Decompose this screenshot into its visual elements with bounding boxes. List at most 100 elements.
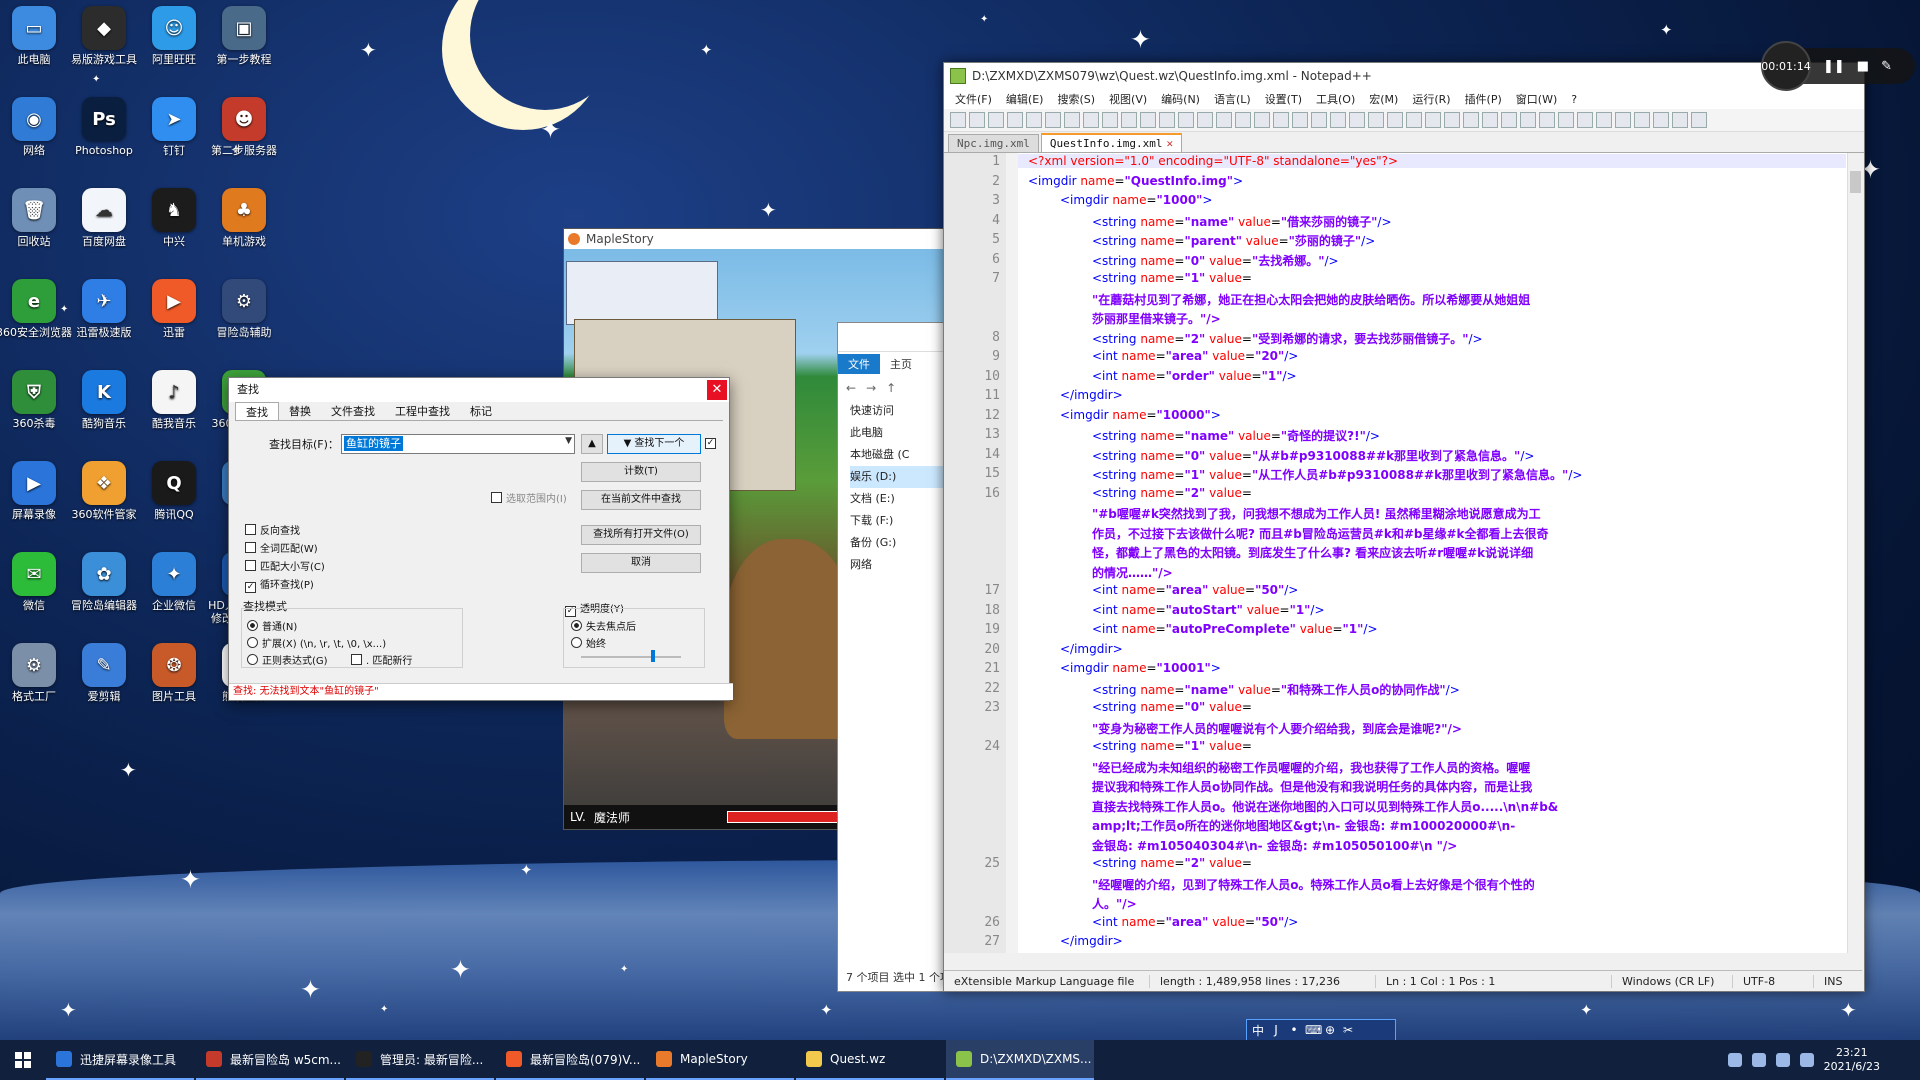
- toolbar-button-icon[interactable]: [969, 112, 985, 128]
- toolbar-button-icon[interactable]: [1273, 112, 1289, 128]
- ime-button[interactable]: 中: [1251, 1022, 1265, 1039]
- desktop-icon[interactable]: ♪ 酷我音乐: [134, 370, 214, 430]
- tree-item-quick-access[interactable]: 快速访问: [850, 400, 946, 422]
- menu-item[interactable]: 编辑(E): [999, 91, 1051, 107]
- toolbar-button-icon[interactable]: [1311, 112, 1327, 128]
- file-explorer-window[interactable]: 文件 主页 ← → ↑ 快速访问 此电脑 本地磁盘 (C 娱乐 (D:) 文档 …: [837, 322, 947, 992]
- toolbar-button-icon[interactable]: [1254, 112, 1270, 128]
- tree-item-network[interactable]: 网络: [850, 554, 946, 576]
- desktop-icon[interactable]: ▶ 屏幕录像: [0, 461, 74, 521]
- menu-item[interactable]: 搜索(S): [1050, 91, 1102, 107]
- desktop-icon[interactable]: ☁ 百度网盘: [64, 188, 144, 248]
- toolbar-button-icon[interactable]: [1159, 112, 1175, 128]
- close-tab-icon[interactable]: ✕: [1166, 137, 1173, 150]
- tab-home[interactable]: 主页: [880, 354, 922, 374]
- menu-item[interactable]: 插件(P): [1458, 91, 1509, 107]
- ime-button[interactable]: ⊕: [1323, 1023, 1337, 1037]
- desktop-icon[interactable]: Ps Photoshop: [64, 97, 144, 157]
- toolbar-button-icon[interactable]: [1444, 112, 1460, 128]
- menu-item[interactable]: ?: [1564, 93, 1584, 106]
- tab-find-in-files[interactable]: 文件查找: [321, 402, 385, 420]
- toolbar-button-icon[interactable]: [1577, 112, 1593, 128]
- toolbar-button-icon[interactable]: [1634, 112, 1650, 128]
- desktop-icon[interactable]: ❖ 360软件管家: [64, 461, 144, 521]
- tray-ime-icon[interactable]: [1799, 1053, 1814, 1067]
- taskbar-item[interactable]: D:\ZXMXD\ZXMS...: [946, 1040, 1094, 1080]
- menu-item[interactable]: 运行(R): [1405, 91, 1457, 107]
- code-editor[interactable]: 1 <?xml version="1.0" encoding="UTF-8" st…: [944, 153, 1862, 953]
- desktop-icon[interactable]: ✉ 微信: [0, 552, 74, 612]
- quest-helper-panel[interactable]: [566, 261, 718, 325]
- tree-item-f-drive[interactable]: 下载 (F:): [850, 510, 946, 532]
- toolbar-button-icon[interactable]: [1463, 112, 1479, 128]
- toolbar-button-icon[interactable]: [1539, 112, 1555, 128]
- desktop-icon[interactable]: ☺ 阿里旺旺: [134, 6, 214, 66]
- vertical-scrollbar[interactable]: [1847, 153, 1864, 953]
- taskbar-item[interactable]: 迅捷屏幕录像工具: [46, 1040, 194, 1080]
- toolbar-button-icon[interactable]: [988, 112, 1004, 128]
- tab-file[interactable]: 文件: [838, 354, 880, 374]
- menu-item[interactable]: 编码(N): [1154, 91, 1207, 107]
- toolbar-button-icon[interactable]: [1615, 112, 1631, 128]
- ime-button[interactable]: •: [1287, 1023, 1301, 1037]
- desktop-icon[interactable]: ❂ 图片工具: [134, 643, 214, 703]
- cancel-button[interactable]: 取消: [581, 553, 701, 573]
- desktop-icon[interactable]: ♞ 中兴: [134, 188, 214, 248]
- toolbar-button-icon[interactable]: [1064, 112, 1080, 128]
- toolbar-button-icon[interactable]: [1083, 112, 1099, 128]
- transparency-slider[interactable]: [581, 650, 681, 662]
- pen-icon[interactable]: ✎: [1881, 59, 1892, 74]
- tree-item-d-drive[interactable]: 娱乐 (D:): [850, 466, 946, 488]
- toolbar-button-icon[interactable]: [950, 112, 966, 128]
- toolbar-button-icon[interactable]: [1007, 112, 1023, 128]
- tree-item-this-pc[interactable]: 此电脑: [850, 422, 946, 444]
- ime-button[interactable]: ✂: [1341, 1023, 1355, 1037]
- forward-arrow-icon[interactable]: →: [866, 381, 876, 395]
- recorder-bar[interactable]: 00:01:14 ❚❚ ■ ✎: [1761, 41, 1915, 91]
- toolbar-button-icon[interactable]: [1520, 112, 1536, 128]
- find-next-button[interactable]: ▼ 查找下一个: [607, 434, 701, 454]
- chevron-down-icon[interactable]: ▼: [565, 436, 572, 446]
- toolbar-button-icon[interactable]: [1558, 112, 1574, 128]
- toolbar-button-icon[interactable]: [1026, 112, 1042, 128]
- toolbar-button-icon[interactable]: [1102, 112, 1118, 128]
- file-tab[interactable]: Npc.img.xml: [948, 134, 1039, 152]
- match-case-checkbox[interactable]: 匹配大小写(C): [245, 558, 325, 573]
- menu-item[interactable]: 工具(O): [1309, 91, 1362, 107]
- toolbar-button-icon[interactable]: [1406, 112, 1422, 128]
- taskbar-item[interactable]: 管理员: 最新冒险...: [346, 1040, 494, 1080]
- toolbar-button-icon[interactable]: [1235, 112, 1251, 128]
- dot-newline-checkbox[interactable]: . 匹配新行: [351, 652, 412, 667]
- slider-knob[interactable]: [651, 650, 655, 662]
- menu-item[interactable]: 文件(F): [948, 91, 999, 107]
- tree-item-g-drive[interactable]: 备份 (G:): [850, 532, 946, 554]
- close-icon[interactable]: ✕: [707, 380, 727, 400]
- desktop-icon[interactable]: ➤ 钉钉: [134, 97, 214, 157]
- menu-item[interactable]: 设置(T): [1258, 91, 1309, 107]
- toolbar-button-icon[interactable]: [1672, 112, 1688, 128]
- status-eol[interactable]: Windows (CR LF): [1612, 974, 1733, 988]
- tray-app-icon[interactable]: [1727, 1053, 1742, 1067]
- direction-checkbox[interactable]: [705, 436, 720, 449]
- trans-on-focus-lost-radio[interactable]: 失去焦点后: [571, 618, 636, 633]
- ime-toolbar[interactable]: 中 J • ⌨ ⊕ ✂: [1246, 1019, 1396, 1041]
- mode-extended-radio[interactable]: 扩展(X) (\n, \r, \t, \0, \x...): [247, 635, 386, 650]
- start-button[interactable]: [0, 1040, 46, 1080]
- trans-always-radio[interactable]: 始终: [571, 635, 606, 650]
- toolbar-button-icon[interactable]: [1216, 112, 1232, 128]
- tab-find[interactable]: 查找: [235, 402, 279, 420]
- ime-button[interactable]: ⌨: [1305, 1023, 1322, 1037]
- menu-item[interactable]: 宏(M): [1362, 91, 1405, 107]
- menu-item[interactable]: 窗口(W): [1509, 91, 1564, 107]
- maplestory-title[interactable]: MapleStory: [564, 229, 944, 249]
- toolbar-button-icon[interactable]: [1178, 112, 1194, 128]
- toolbar-button-icon[interactable]: [1482, 112, 1498, 128]
- fold-margin[interactable]: [1006, 153, 1018, 953]
- ime-button[interactable]: J: [1269, 1023, 1283, 1037]
- file-tab[interactable]: QuestInfo.img.xml ✕: [1040, 133, 1183, 152]
- status-encoding[interactable]: UTF-8: [1733, 974, 1814, 988]
- desktop-icon[interactable]: ✦ 企业微信: [134, 552, 214, 612]
- desktop-icon[interactable]: ⛨ 360杀毒: [0, 370, 74, 430]
- desktop-icon[interactable]: ✿ 冒险岛编辑器: [64, 552, 144, 612]
- find-all-current-button[interactable]: 在当前文件中查找: [581, 490, 701, 510]
